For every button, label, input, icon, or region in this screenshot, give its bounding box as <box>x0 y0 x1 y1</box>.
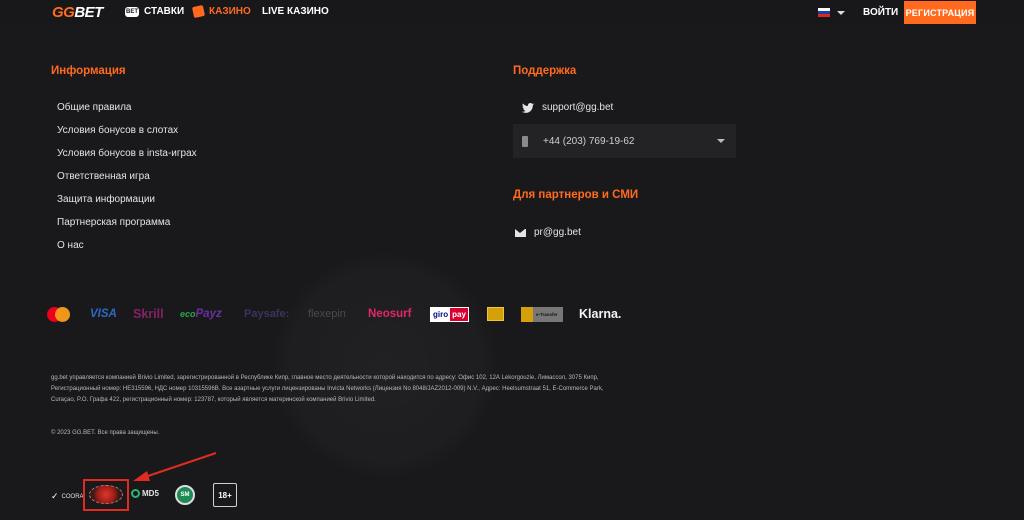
nav-live-casino-label: LIVE КАЗИНО <box>262 6 329 17</box>
paysafecard-logo: Paysafe: <box>244 308 290 320</box>
age-restriction-badge: 18+ <box>213 483 237 507</box>
link-responsible-gaming[interactable]: Ответственная игра <box>57 170 197 193</box>
phone-number-select[interactable]: +44 (203) 769-19-62 <box>513 124 736 158</box>
info-links-list: Общие правила Условия бонусов в слотах У… <box>57 101 197 262</box>
ggbet-logo[interactable]: GGBET <box>52 4 103 21</box>
support-section-title: Поддержка <box>513 65 577 77</box>
link-slots-bonus-terms[interactable]: Условия бонусов в слотах <box>57 124 197 147</box>
partners-section-title: Для партнеров и СМИ <box>513 189 639 201</box>
nav-bets[interactable]: BET СТАВКИ <box>125 6 184 17</box>
link-affiliate-program[interactable]: Партнерская программа <box>57 216 197 239</box>
md5-badge[interactable]: MD5 <box>131 489 159 498</box>
payment-methods-row: VISA Skrill eco Payz Paysafe: flexepin Ne… <box>47 303 637 325</box>
casino-cards-icon <box>191 4 206 19</box>
mail-icon <box>515 228 526 237</box>
bank-transfer-logo: e-Transfer <box>521 303 563 325</box>
support-email-link[interactable]: support@gg.bet <box>522 102 613 113</box>
ecopayz-logo: eco Payz <box>180 308 222 320</box>
chevron-down-icon <box>837 10 845 15</box>
bank-card-logo <box>487 303 504 325</box>
login-button[interactable]: ВОЙТИ <box>863 7 898 18</box>
chevron-down-icon <box>717 139 725 143</box>
flexepin-logo: flexepin <box>308 308 346 320</box>
register-button[interactable]: РЕГИСТРАЦИЯ <box>904 1 976 24</box>
twitter-icon <box>522 102 534 113</box>
info-section-title: Информация <box>51 65 126 77</box>
nav-casino[interactable]: КАЗИНО <box>191 4 251 19</box>
visa-logo: VISA <box>90 308 117 320</box>
support-email: support@gg.bet <box>542 102 614 113</box>
giropay-logo: giro pay <box>430 303 469 325</box>
top-navigation-bar: GGBET BET СТАВКИ КАЗИНО LIVE КАЗИНО ВОЙТ… <box>0 0 1024 26</box>
legal-text: gg.bet управляется компанией Brivio Limi… <box>51 375 604 403</box>
link-general-rules[interactable]: Общие правила <box>57 101 197 124</box>
pr-email: pr@gg.bet <box>534 227 581 238</box>
background-watermark <box>270 250 500 480</box>
link-insta-games-bonus-terms[interactable]: Условия бонусов в insta-играх <box>57 147 197 170</box>
pr-email-link[interactable]: pr@gg.bet <box>515 227 581 238</box>
skrill-logo: Skrill <box>133 307 164 321</box>
neosurf-logo: Neosurf <box>368 308 412 320</box>
phone-number: +44 (203) 769-19-62 <box>543 135 635 147</box>
phone-icon <box>522 135 528 147</box>
nav-live-casino[interactable]: LIVE КАЗИНО <box>262 6 329 17</box>
annotation-highlight-box <box>83 479 129 511</box>
klarna-logo: Klarna. <box>579 307 622 321</box>
language-selector[interactable] <box>818 8 845 17</box>
link-data-protection[interactable]: Защита информации <box>57 193 197 216</box>
checkmark-icon: ✓ <box>51 491 59 501</box>
copyright-text: © 2023 GG.BET. Все права защищены. <box>51 430 160 436</box>
md5-ring-icon <box>131 489 140 498</box>
nav-bets-label: СТАВКИ <box>144 6 185 17</box>
mastercard-logo <box>47 303 70 325</box>
sm-badge[interactable]: SM <box>175 485 195 505</box>
russian-flag-icon <box>818 8 830 17</box>
link-about-us[interactable]: О нас <box>57 239 197 262</box>
nav-casino-label: КАЗИНО <box>209 6 251 17</box>
coora-badge[interactable]: ✓ COORA <box>51 491 84 502</box>
bet-icon: BET <box>125 6 139 17</box>
